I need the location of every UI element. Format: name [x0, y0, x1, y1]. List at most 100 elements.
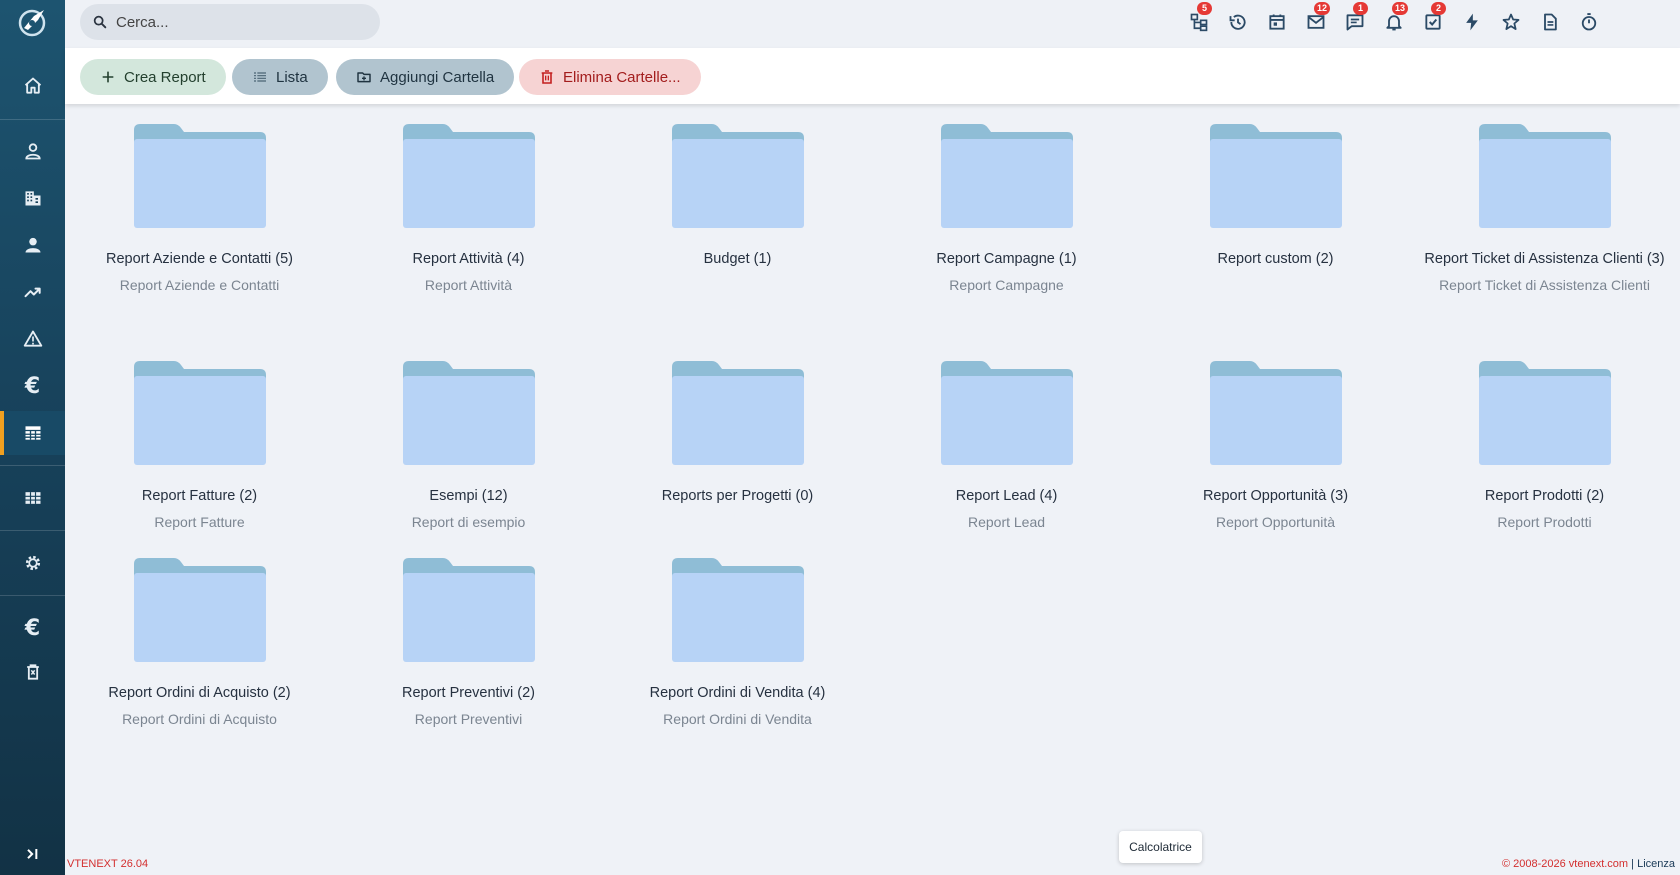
sidebar-item-companies[interactable] — [0, 176, 65, 220]
folder-name: Report Attività (4) — [412, 251, 525, 267]
app-logo[interactable] — [14, 6, 50, 38]
folder-report-ticket[interactable]: Report Ticket di Assistenza Clienti (3) … — [1410, 124, 1679, 295]
add-folder-button[interactable]: Aggiungi Cartella — [336, 59, 515, 95]
sidebar-item-trash[interactable] — [0, 650, 65, 694]
delete-folders-label: Elimina Cartelle... — [563, 68, 681, 86]
folder-icon — [671, 124, 804, 228]
sidebar: € € — [0, 0, 65, 875]
calendar-icon — [1269, 14, 1285, 30]
folder-icon — [133, 361, 266, 465]
sidebar-divider — [0, 119, 65, 120]
folder-name: Report Aziende e Contatti (5) — [106, 251, 293, 267]
folder-name: Report Lead (4) — [955, 488, 1058, 504]
folder-name: Report Opportunità (3) — [1202, 488, 1349, 504]
copyright-text: © 2008-2026 vtenext.com — [1501, 858, 1629, 870]
folder-description: Report Fatture — [154, 514, 245, 530]
create-report-button[interactable]: Crea Report — [80, 59, 226, 95]
create-report-label: Crea Report — [124, 68, 206, 86]
search-input[interactable] — [116, 13, 356, 31]
sidebar-expand-button[interactable] — [0, 832, 65, 875]
folder-icon — [1209, 124, 1342, 228]
sidebar-item-contacts[interactable] — [0, 129, 65, 173]
tasks-button[interactable]: 2 — [1420, 2, 1446, 35]
folder-icon — [402, 124, 535, 228]
grid-icon — [25, 492, 40, 504]
building-icon — [25, 191, 40, 206]
notification-badge: 5 — [1197, 2, 1212, 15]
timer-button[interactable] — [1576, 9, 1602, 35]
folder-name: Report Preventivi (2) — [402, 685, 535, 701]
folder-report-attivita[interactable]: Report Attività (4) Report Attività — [334, 124, 603, 295]
person-icon — [25, 237, 40, 253]
folder-icon — [671, 361, 804, 465]
license-link[interactable]: Licenza — [1637, 858, 1675, 870]
sidebar-item-reports[interactable] — [0, 411, 65, 455]
hierarchy-button[interactable]: 5 — [1186, 2, 1212, 35]
trash-icon — [26, 664, 39, 680]
folder-report-ordini-acquisto[interactable]: Report Ordini di Acquisto (2) Report Ord… — [65, 558, 334, 729]
folder-report-opportunita[interactable]: Report Opportunità (3) Report Opportunit… — [1141, 361, 1410, 532]
calculator-button[interactable]: Calcolatrice — [1119, 831, 1202, 863]
euro-icon: € — [24, 615, 41, 641]
folder-icon — [133, 558, 266, 662]
documents-button[interactable] — [1537, 9, 1563, 35]
sidebar-item-finance[interactable]: € — [0, 606, 65, 650]
sidebar-item-home[interactable] — [0, 64, 65, 108]
folder-report-lead[interactable]: Report Lead (4) Report Lead — [872, 361, 1141, 532]
folder-report-ordini-vendita[interactable]: Report Ordini di Vendita (4) Report Ordi… — [603, 558, 872, 729]
person-outline-icon — [24, 143, 41, 160]
folder-esempi[interactable]: Esempi (12) Report di esempio — [334, 361, 603, 532]
mail-button[interactable]: 12 — [1303, 2, 1331, 35]
quick-actions-button[interactable] — [1459, 9, 1485, 35]
sidebar-divider — [0, 530, 65, 531]
folder-name: Esempi (12) — [429, 488, 508, 504]
home-icon — [24, 77, 41, 94]
folder-description: Report Ordini di Acquisto — [122, 711, 277, 727]
folder-report-aziende-contatti[interactable]: Report Aziende e Contatti (5) Report Azi… — [65, 124, 334, 295]
folder-reports-progetti[interactable]: Reports per Progetti (0) — [603, 361, 872, 512]
folder-name: Report Fatture (2) — [141, 488, 258, 504]
folder-report-preventivi[interactable]: Report Preventivi (2) Report Preventivi — [334, 558, 603, 729]
vtenext-logo-icon — [18, 9, 46, 37]
folder-icon — [940, 361, 1073, 465]
folder-report-custom[interactable]: Report custom (2) — [1141, 124, 1410, 275]
search-box[interactable] — [80, 4, 380, 40]
sidebar-item-sales[interactable]: € — [0, 364, 65, 408]
folder-report-fatture[interactable]: Report Fatture (2) Report Fatture — [65, 361, 334, 532]
sidebar-divider — [0, 465, 65, 466]
favorites-button[interactable] — [1498, 9, 1524, 35]
lightning-icon — [1466, 13, 1478, 31]
list-view-button[interactable]: Lista — [232, 59, 328, 95]
folder-description: Report Campagne — [949, 277, 1064, 293]
table-icon — [25, 426, 40, 440]
trending-up-icon — [24, 287, 41, 298]
history-button[interactable] — [1225, 9, 1251, 35]
star-icon — [1502, 13, 1520, 30]
folder-icon — [402, 558, 535, 662]
notification-badge: 2 — [1431, 2, 1446, 15]
folder-report-campagne[interactable]: Report Campagne (1) Report Campagne — [872, 124, 1141, 295]
folder-description: Report Lead — [967, 514, 1046, 530]
sidebar-item-grid[interactable] — [0, 476, 65, 520]
checkbox-icon — [1425, 14, 1441, 30]
delete-folders-button[interactable]: Elimina Cartelle... — [519, 59, 701, 95]
toolbar: Crea Report Lista Aggiungi Cartella Elim… — [65, 48, 1680, 104]
folder-name: Budget (1) — [703, 251, 772, 267]
folder-name: Report Campagne (1) — [936, 251, 1077, 267]
hierarchy-icon — [1190, 13, 1208, 32]
folder-name: Report Prodotti (2) — [1484, 488, 1605, 504]
history-icon — [1229, 14, 1246, 30]
sidebar-item-settings[interactable] — [0, 541, 65, 585]
folder-report-prodotti[interactable]: Report Prodotti (2) Report Prodotti — [1410, 361, 1679, 532]
folder-description: Report Prodotti — [1497, 514, 1592, 530]
folder-budget[interactable]: Budget (1) — [603, 124, 872, 275]
chat-button[interactable]: 1 — [1342, 2, 1368, 35]
sidebar-item-tickets[interactable] — [0, 317, 65, 361]
sidebar-item-leads[interactable] — [0, 223, 65, 267]
folder-description: Report Ticket di Assistenza Clienti — [1439, 277, 1650, 293]
notifications-button[interactable]: 13 — [1381, 2, 1409, 35]
calendar-button[interactable] — [1264, 9, 1290, 35]
trash-icon — [541, 70, 553, 84]
folder-description: Report Aziende e Contatti — [119, 277, 280, 293]
sidebar-item-opportunities[interactable] — [0, 270, 65, 314]
